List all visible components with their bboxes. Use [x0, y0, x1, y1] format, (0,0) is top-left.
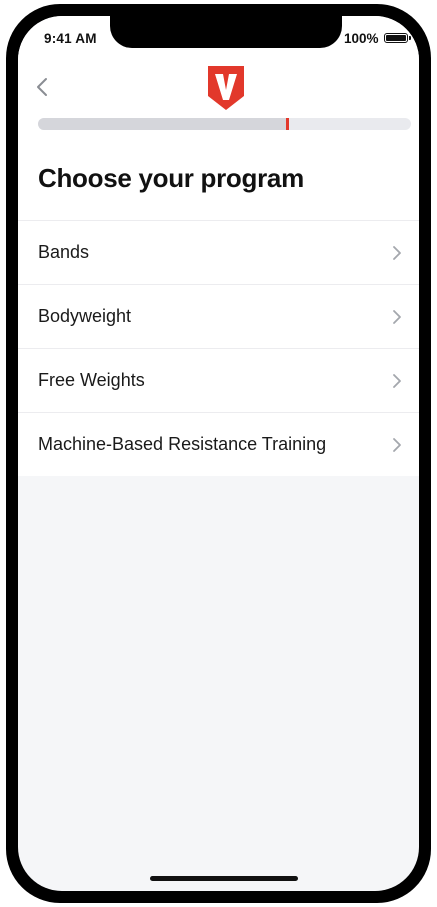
program-item-bands[interactable]: Bands [18, 220, 419, 284]
chevron-right-icon [393, 310, 401, 324]
battery-cap [409, 36, 411, 40]
back-button[interactable] [30, 74, 56, 100]
program-label: Machine-Based Resistance Training [38, 434, 327, 454]
progress-fill [38, 118, 288, 130]
chevron-right-icon [393, 374, 401, 388]
v-shield-logo [208, 66, 244, 110]
program-item-bodyweight[interactable]: Bodyweight [18, 284, 419, 348]
progress-marker [285, 118, 289, 130]
program-label: Bodyweight [38, 306, 132, 326]
program-item-machine-based[interactable]: Machine-Based Resistance Training [18, 412, 419, 476]
battery-percent: 100% [344, 31, 379, 46]
notch [110, 16, 342, 48]
home-indicator [150, 876, 298, 881]
program-item-free-weights[interactable]: Free Weights [18, 348, 419, 412]
status-time: 9:41 AM [44, 31, 97, 46]
progress-bar [38, 118, 411, 130]
chevron-right-icon [393, 246, 401, 260]
program-label: Free Weights [38, 370, 145, 390]
phone-frame: 9:41 AM 100% Choose your program Bands B… [6, 4, 431, 903]
program-label: Bands [38, 242, 90, 262]
screen: 9:41 AM 100% Choose your program Bands B… [18, 16, 419, 891]
battery-icon [384, 33, 408, 43]
page-title: Choose your program [38, 163, 304, 193]
chevron-left-icon [37, 78, 47, 96]
program-list: Bands Bodyweight Free Weights Machine-Ba… [18, 220, 419, 476]
chevron-right-icon [393, 438, 401, 452]
